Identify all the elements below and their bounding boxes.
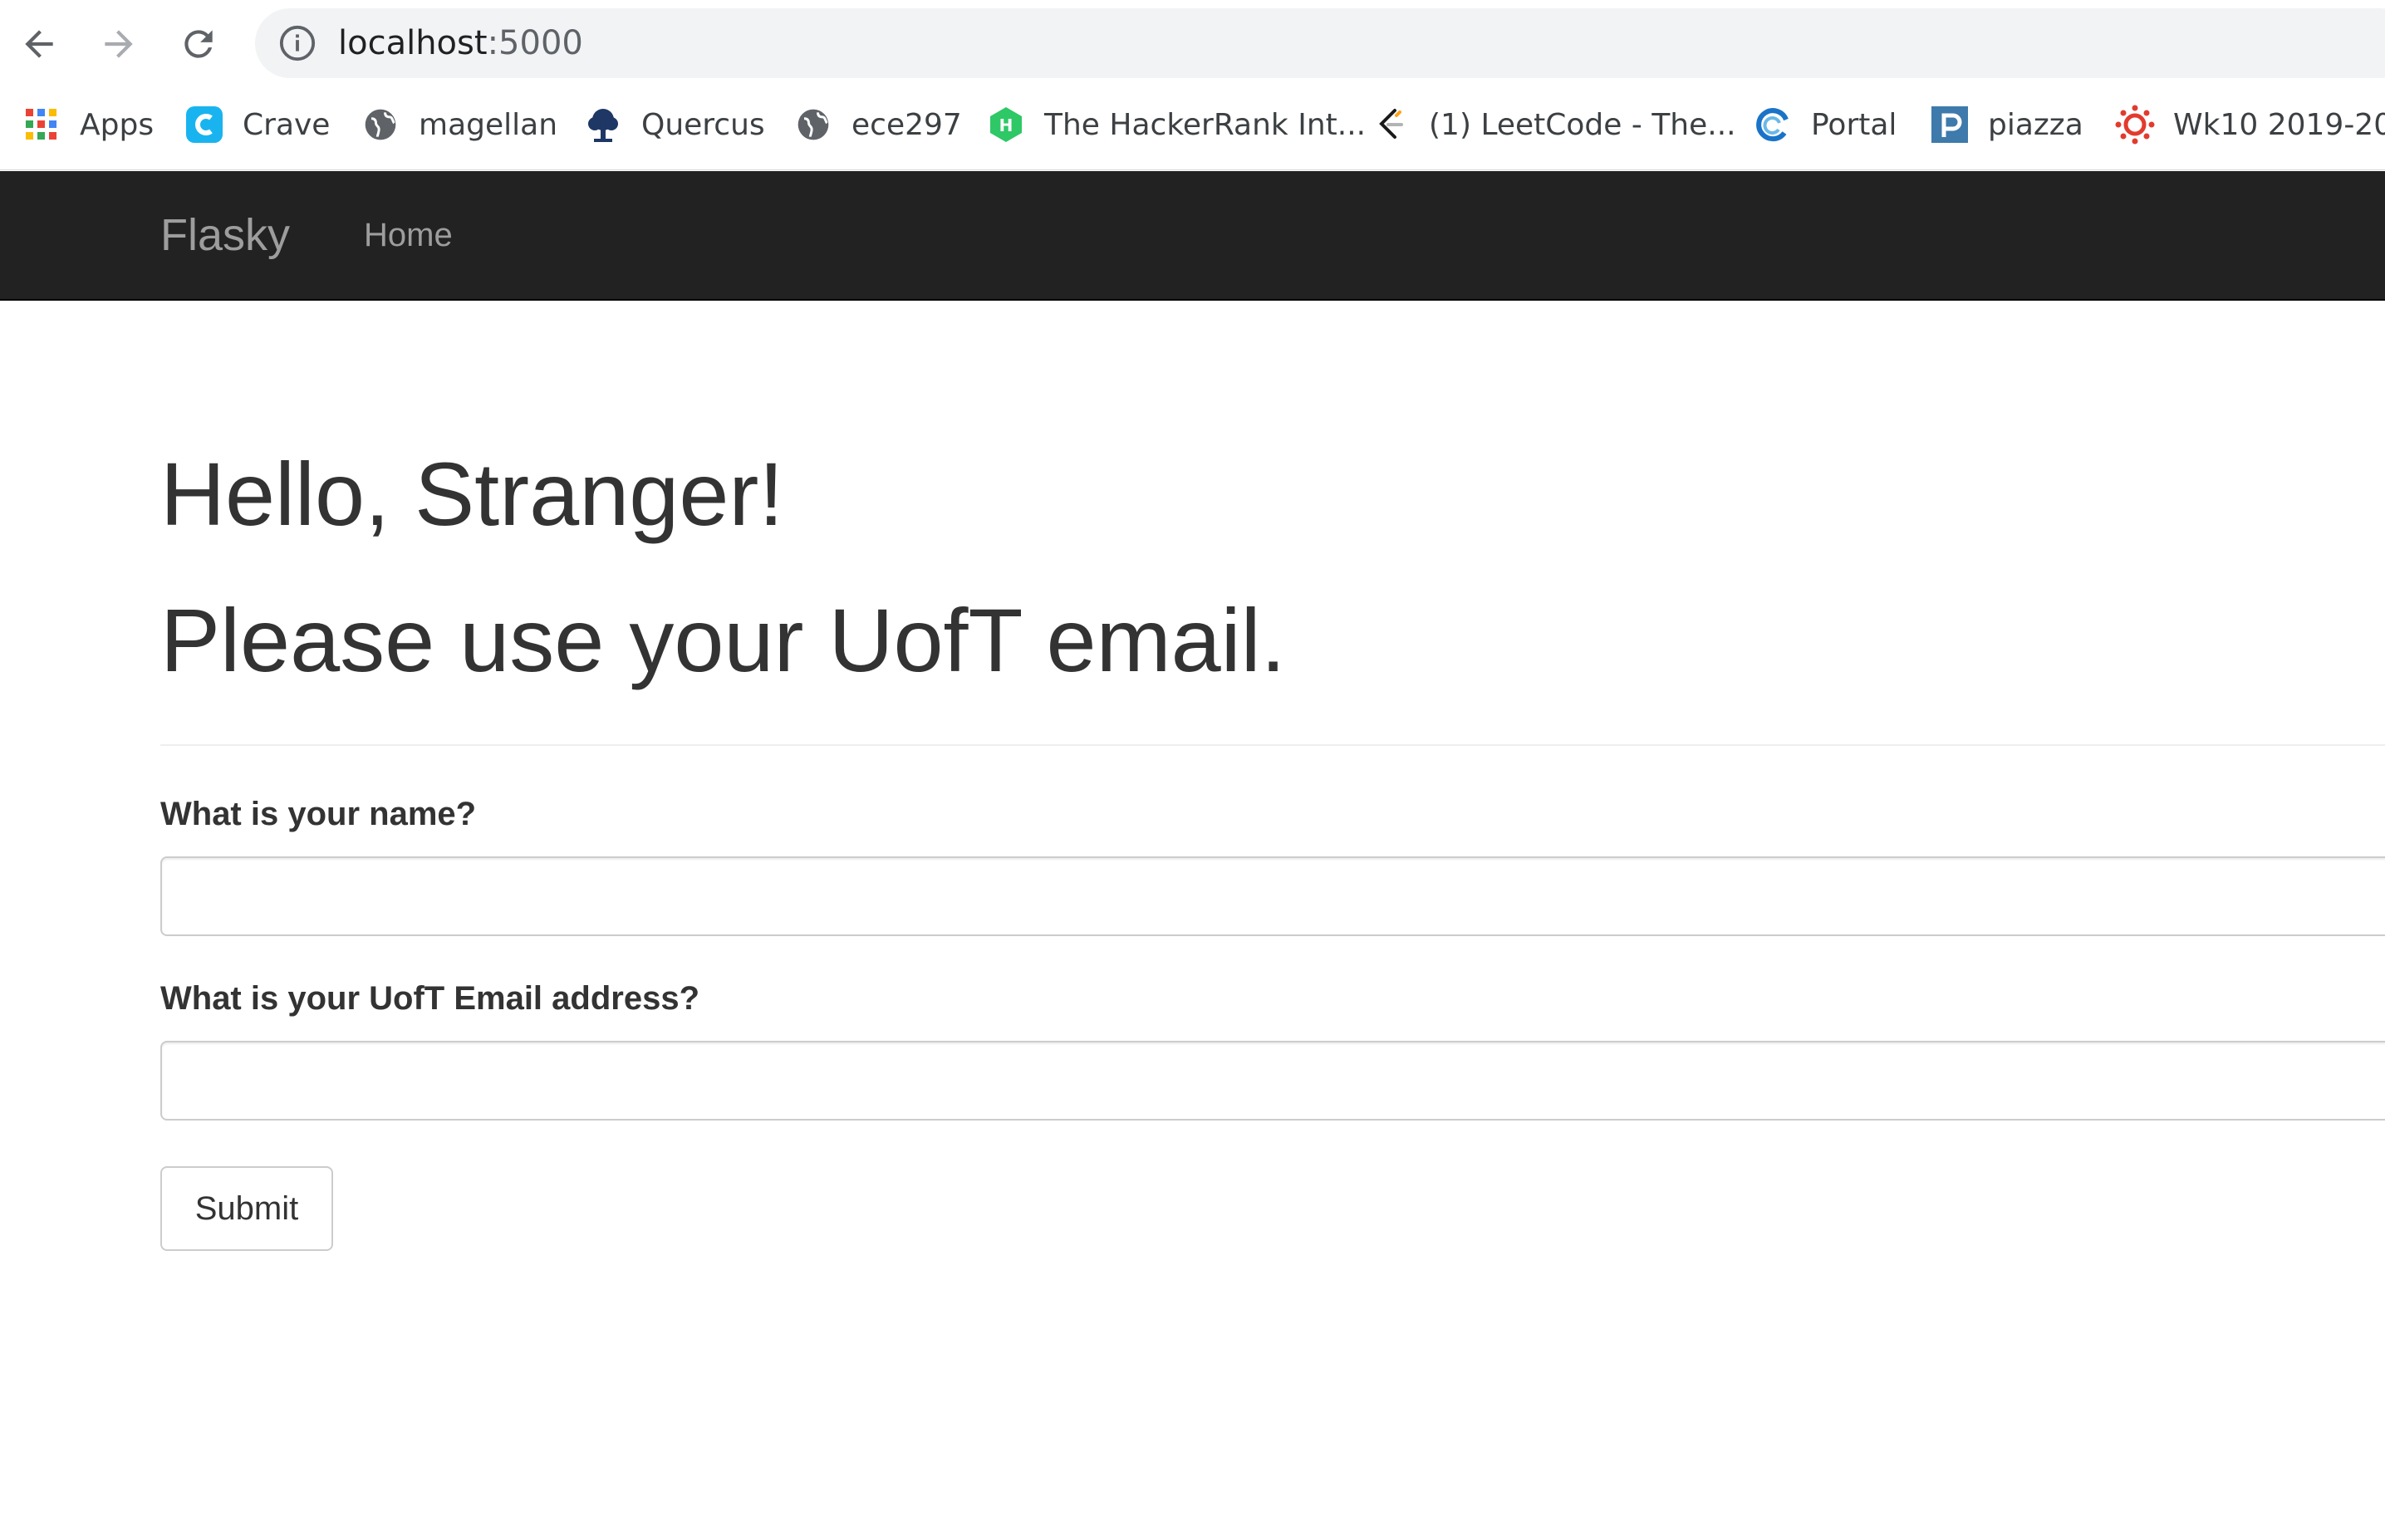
portal-icon <box>1753 105 1793 145</box>
apps-grid-icon <box>22 105 61 145</box>
url-port: :5000 <box>487 24 583 62</box>
email-notice: Please use your UofT email. <box>160 590 1286 690</box>
bookmark-hackerrank[interactable]: H The HackerRank Int... <box>986 90 1366 159</box>
globe-icon <box>793 105 833 145</box>
bookmark-piazza[interactable]: piazza <box>1930 90 2083 159</box>
hackerrank-icon: H <box>986 105 1026 145</box>
bookmark-apps[interactable]: Apps <box>22 90 154 159</box>
top-navbar: Flasky Home <box>0 171 2385 301</box>
email-input[interactable] <box>160 1041 2385 1121</box>
url-text: localhost:5000 <box>338 8 583 78</box>
quercus-tree-icon <box>583 105 623 145</box>
canvas-icon <box>2115 105 2155 145</box>
bookmarks-bar: Apps Crave magellan Quercus ece297 H The… <box>0 90 2385 159</box>
bookmark-leetcode[interactable]: (1) LeetCode - The... <box>1371 90 1736 159</box>
submit-button[interactable]: Submit <box>160 1166 333 1251</box>
nav-home-link[interactable]: Home <box>364 171 453 299</box>
bookmark-label: Quercus <box>641 107 765 142</box>
email-label: What is your UofT Email address? <box>160 980 700 1017</box>
reload-button[interactable] <box>169 15 228 73</box>
bookmark-label: The HackerRank Int... <box>1044 107 1367 142</box>
bookmark-quercus[interactable]: Quercus <box>583 90 765 159</box>
bookmark-label: ece297 <box>851 107 962 142</box>
piazza-icon <box>1930 105 1970 145</box>
url-host: localhost <box>338 24 488 62</box>
bookmark-label: Wk10 2019-20_ <box>2173 107 2385 142</box>
bookmark-magellan[interactable]: magellan <box>361 90 557 159</box>
crave-icon <box>184 105 224 145</box>
back-button[interactable] <box>10 15 68 73</box>
info-icon[interactable] <box>278 24 317 62</box>
leetcode-icon <box>1371 105 1411 145</box>
bookmark-wk10[interactable]: Wk10 2019-20_ <box>2115 90 2385 159</box>
arrow-left-icon <box>25 30 53 58</box>
bookmark-portal[interactable]: Portal <box>1753 90 1897 159</box>
arrow-right-icon <box>105 30 133 58</box>
bookmark-crave[interactable]: Crave <box>184 90 330 159</box>
browser-toolbar: localhost:5000 Apps Crave magellan Querc… <box>0 0 2385 170</box>
header-divider <box>160 744 2385 746</box>
globe-icon <box>361 105 400 145</box>
reload-icon <box>184 30 213 58</box>
bookmark-ece297[interactable]: ece297 <box>793 90 962 159</box>
bookmark-label: Crave <box>243 107 331 142</box>
bookmark-label: (1) LeetCode - The... <box>1429 107 1736 142</box>
address-bar[interactable]: localhost:5000 <box>255 8 2385 78</box>
bookmark-label: piazza <box>1988 107 2083 142</box>
forward-button[interactable] <box>90 15 148 73</box>
bookmark-label: magellan <box>419 107 558 142</box>
bookmark-label: Apps <box>80 107 155 142</box>
page-title: Hello, Stranger! <box>160 444 784 544</box>
brand-link[interactable]: Flasky <box>160 171 290 299</box>
svg-text:H: H <box>999 115 1013 135</box>
bookmark-label: Portal <box>1811 107 1897 142</box>
name-input[interactable] <box>160 856 2385 936</box>
name-label: What is your name? <box>160 796 477 832</box>
